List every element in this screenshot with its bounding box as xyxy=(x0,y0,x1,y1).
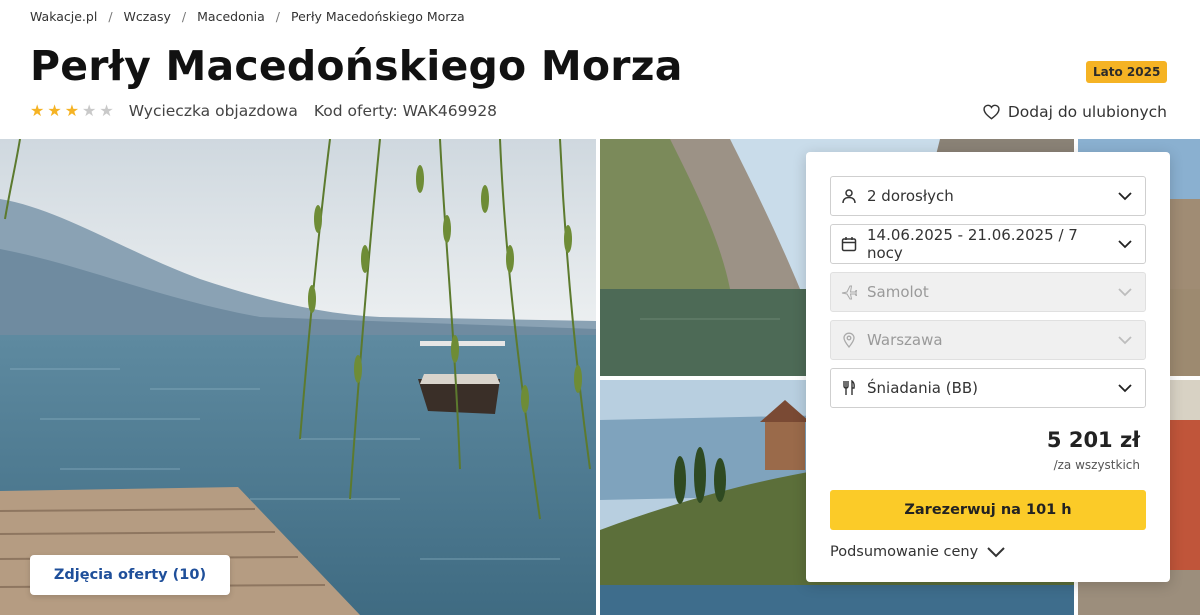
offer-meta: ★ ★ ★ ★ ★ Wycieczka objazdowa Kod oferty: WA… xyxy=(30,102,498,121)
breadcrumb-item-home[interactable]: Wakacje.pl xyxy=(30,9,97,24)
book-button[interactable]: Zarezerwuj na 101 h xyxy=(830,490,1146,530)
plane-icon xyxy=(841,284,857,300)
price-summary-toggle[interactable]: Podsumowanie ceny xyxy=(830,544,1006,560)
star-icon: ★ xyxy=(82,101,97,120)
page-title: Perły Macedońskiego Morza xyxy=(30,42,683,90)
price-note: /za wszystkich xyxy=(1053,458,1140,472)
total-price: 5 201 zł xyxy=(1046,428,1140,452)
board-select[interactable]: Śniadania (BB) xyxy=(830,368,1146,408)
star-icon: ★ xyxy=(64,101,80,120)
breadcrumb-separator: / xyxy=(181,9,187,24)
person-icon xyxy=(841,188,857,204)
booking-panel: 2 dorosłych 14.06.2025 - 21.06.2025 / 7 … xyxy=(806,152,1170,582)
star-icon: ★ xyxy=(30,101,45,120)
transport-value: Samolot xyxy=(867,283,929,301)
photos-button[interactable]: Zdjęcia oferty (10) xyxy=(30,555,230,595)
add-to-favorites-label: Dodaj do ulubionych xyxy=(1007,103,1167,121)
travelers-select[interactable]: 2 dorosłych xyxy=(830,176,1146,216)
trip-type: Wycieczka objazdowa xyxy=(128,102,298,120)
cutlery-icon xyxy=(841,380,857,396)
offer-code: Kod oferty: WAK469928 xyxy=(313,102,498,120)
breadcrumb-item-wczasy[interactable]: Wczasy xyxy=(124,9,171,24)
breadcrumb: Wakacje.pl / Wczasy / Macedonia / Perły … xyxy=(30,9,465,24)
breadcrumb-separator: / xyxy=(275,9,281,24)
add-to-favorites-button[interactable]: Dodaj do ulubionych xyxy=(983,103,1167,121)
chevron-down-icon xyxy=(1118,192,1132,201)
breadcrumb-item-current[interactable]: Perły Macedońskiego Morza xyxy=(291,9,465,24)
calendar-icon xyxy=(841,236,857,252)
season-badge: Lato 2025 xyxy=(1086,61,1168,83)
heart-icon xyxy=(983,104,1000,120)
price-summary-label: Podsumowanie ceny xyxy=(830,544,979,560)
board-value: Śniadania (BB) xyxy=(867,379,979,397)
chevron-down-icon xyxy=(1118,336,1132,345)
location-pin-icon xyxy=(841,332,857,348)
dates-value: 14.06.2025 - 21.06.2025 / 7 nocy xyxy=(867,226,1078,262)
departure-value: Warszawa xyxy=(867,331,943,349)
chevron-down-icon xyxy=(1118,384,1132,393)
chevron-down-icon xyxy=(987,547,1005,558)
transport-select[interactable]: Samolot xyxy=(830,272,1146,312)
chevron-down-icon xyxy=(1118,240,1132,249)
main-photo[interactable] xyxy=(0,139,596,615)
travelers-value: 2 dorosłych xyxy=(867,187,954,205)
star-icon: ★ xyxy=(99,101,114,120)
breadcrumb-separator: / xyxy=(108,9,113,24)
dates-select[interactable]: 14.06.2025 - 21.06.2025 / 7 nocy xyxy=(830,224,1146,264)
star-icon: ★ xyxy=(47,101,62,120)
star-rating: ★ ★ ★ ★ ★ xyxy=(30,102,114,120)
departure-select[interactable]: Warszawa xyxy=(830,320,1146,360)
chevron-down-icon xyxy=(1118,288,1132,297)
breadcrumb-item-country[interactable]: Macedonia xyxy=(197,9,265,24)
